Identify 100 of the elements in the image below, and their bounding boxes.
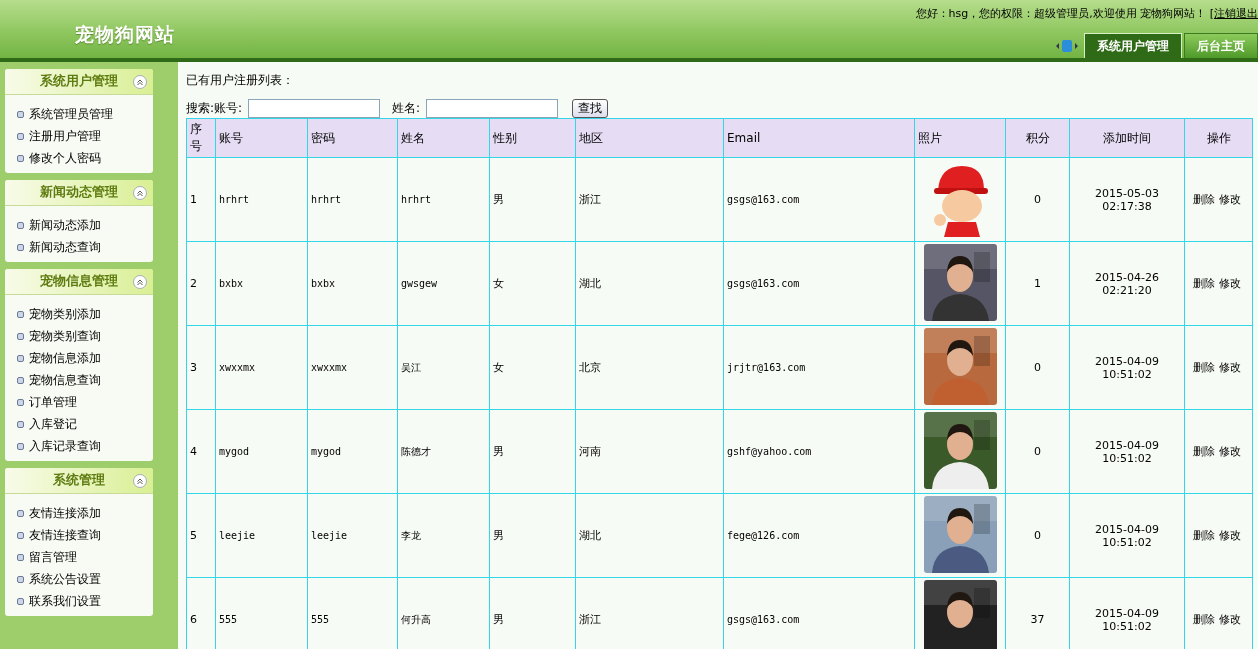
- bullet-icon: [17, 398, 24, 406]
- menu-panel-header[interactable]: 系统用户管理: [5, 69, 153, 95]
- table-cell: hrhrt: [397, 157, 490, 242]
- delete-link[interactable]: 删除: [1192, 193, 1215, 206]
- edit-link[interactable]: 修改: [1218, 277, 1241, 290]
- account-label: 搜索:账号:: [186, 100, 243, 117]
- delete-link[interactable]: 删除: [1192, 613, 1215, 626]
- menu-item[interactable]: 宠物类别查询: [17, 325, 153, 347]
- menu-panel-header[interactable]: 新闻动态管理: [5, 180, 153, 206]
- table-cell: 吴江: [397, 325, 490, 410]
- table-cell: 5: [186, 493, 216, 578]
- bullet-icon: [17, 597, 24, 605]
- edit-link[interactable]: 修改: [1218, 361, 1241, 374]
- menu-panel-header[interactable]: 系统管理: [5, 468, 153, 494]
- table-cell: 1: [1005, 241, 1070, 326]
- menu-item[interactable]: 修改个人密码: [17, 147, 153, 169]
- table-cell: 男: [489, 409, 576, 494]
- table-cell: bxbx: [307, 241, 398, 326]
- menu-item[interactable]: 订单管理: [17, 391, 153, 413]
- account-input[interactable]: [248, 99, 381, 118]
- delete-link[interactable]: 删除: [1192, 445, 1215, 458]
- column-header: 操作: [1184, 118, 1253, 158]
- table-cell: 0: [1005, 493, 1070, 578]
- column-header: 积分: [1005, 118, 1070, 158]
- table-cell: gsgs@163.com: [723, 241, 915, 326]
- bullet-icon: [17, 221, 24, 229]
- column-header: 性别: [489, 118, 576, 158]
- table-cell: 0: [1005, 157, 1070, 242]
- logout-link[interactable]: 注销退出: [1214, 6, 1258, 21]
- edit-link[interactable]: 修改: [1218, 445, 1241, 458]
- bullet-icon: [17, 310, 24, 318]
- menu-item[interactable]: 新闻动态添加: [17, 214, 153, 236]
- column-header: 密码: [307, 118, 398, 158]
- menu-item[interactable]: 新闻动态查询: [17, 236, 153, 258]
- bullet-icon: [17, 531, 24, 539]
- table-cell: hrhrt: [307, 157, 398, 242]
- table-cell: 北京: [575, 325, 724, 410]
- table-cell: 女: [489, 241, 576, 326]
- site-title: 宠物狗网站: [74, 22, 175, 47]
- menu-panel-header[interactable]: 宠物信息管理: [5, 269, 153, 295]
- tab-scroll-icon[interactable]: [1056, 40, 1078, 52]
- collapse-icon[interactable]: [133, 474, 147, 488]
- menu-item[interactable]: 系统管理员管理: [17, 103, 153, 125]
- bullet-icon: [17, 376, 24, 384]
- menu-item[interactable]: 宠物类别添加: [17, 303, 153, 325]
- name-input[interactable]: [426, 99, 559, 118]
- greeting-text: 您好：hsg，您的权限：超级管理员,欢迎使用 宠物狗网站！ [: [915, 6, 1214, 21]
- bullet-icon: [17, 332, 24, 340]
- menu-item[interactable]: 友情连接添加: [17, 502, 153, 524]
- table-cell: 浙江: [575, 157, 724, 242]
- delete-link[interactable]: 删除: [1192, 529, 1215, 542]
- column-header: Email: [723, 118, 915, 158]
- edit-link[interactable]: 修改: [1218, 193, 1241, 206]
- bullet-icon: [17, 110, 24, 118]
- table-cell: 6: [186, 577, 216, 649]
- collapse-icon[interactable]: [133, 75, 147, 89]
- table-cell: bxbx: [215, 241, 308, 326]
- menu-item[interactable]: 宠物信息查询: [17, 369, 153, 391]
- menu-item[interactable]: 系统公告设置: [17, 568, 153, 590]
- column-header: 照片: [914, 118, 1006, 158]
- table-cell: 4: [186, 409, 216, 494]
- table-cell: leejie: [307, 493, 398, 578]
- menu-item[interactable]: 注册用户管理: [17, 125, 153, 147]
- table-cell: 湖北: [575, 241, 724, 326]
- menu-item[interactable]: 联系我们设置: [17, 590, 153, 612]
- column-header: 序号: [186, 118, 216, 158]
- table-cell: 2015-04-09 10:51:02: [1069, 325, 1185, 410]
- table-cell: 2015-04-09 10:51:02: [1069, 409, 1185, 494]
- table-cell: 2015-04-26 02:21:20: [1069, 241, 1185, 326]
- table-cell: xwxxmx: [215, 325, 308, 410]
- menu-item[interactable]: 友情连接查询: [17, 524, 153, 546]
- menu-item[interactable]: 宠物信息添加: [17, 347, 153, 369]
- table-cell: mygod: [307, 409, 398, 494]
- menu-item[interactable]: 留言管理: [17, 546, 153, 568]
- table-cell: 女: [489, 325, 576, 410]
- table-cell: 2015-04-09 10:51:02: [1069, 493, 1185, 578]
- menu-item[interactable]: 入库登记: [17, 413, 153, 435]
- table-cell: gwsgew: [397, 241, 490, 326]
- table-cell: 男: [489, 493, 576, 578]
- bullet-icon: [17, 132, 24, 140]
- delete-link[interactable]: 删除: [1192, 361, 1215, 374]
- table-cell: 李龙: [397, 493, 490, 578]
- table-cell: 1: [186, 157, 216, 242]
- collapse-icon[interactable]: [133, 186, 147, 200]
- delete-link[interactable]: 删除: [1192, 277, 1215, 290]
- table-cell: 2: [186, 241, 216, 326]
- table-cell: hrhrt: [215, 157, 308, 242]
- table-cell: xwxxmx: [307, 325, 398, 410]
- nav-tab[interactable]: 系统用户管理: [1084, 33, 1182, 58]
- collapse-icon[interactable]: [133, 275, 147, 289]
- column-header: 地区: [575, 118, 724, 158]
- bullet-icon: [17, 154, 24, 162]
- edit-link[interactable]: 修改: [1218, 613, 1241, 626]
- bullet-icon: [17, 553, 24, 561]
- column-header: 姓名: [397, 118, 490, 158]
- search-button[interactable]: 查找: [572, 99, 609, 118]
- bullet-icon: [17, 442, 24, 450]
- edit-link[interactable]: 修改: [1218, 529, 1241, 542]
- menu-item[interactable]: 入库记录查询: [17, 435, 153, 457]
- table-cell: 陈德才: [397, 409, 490, 494]
